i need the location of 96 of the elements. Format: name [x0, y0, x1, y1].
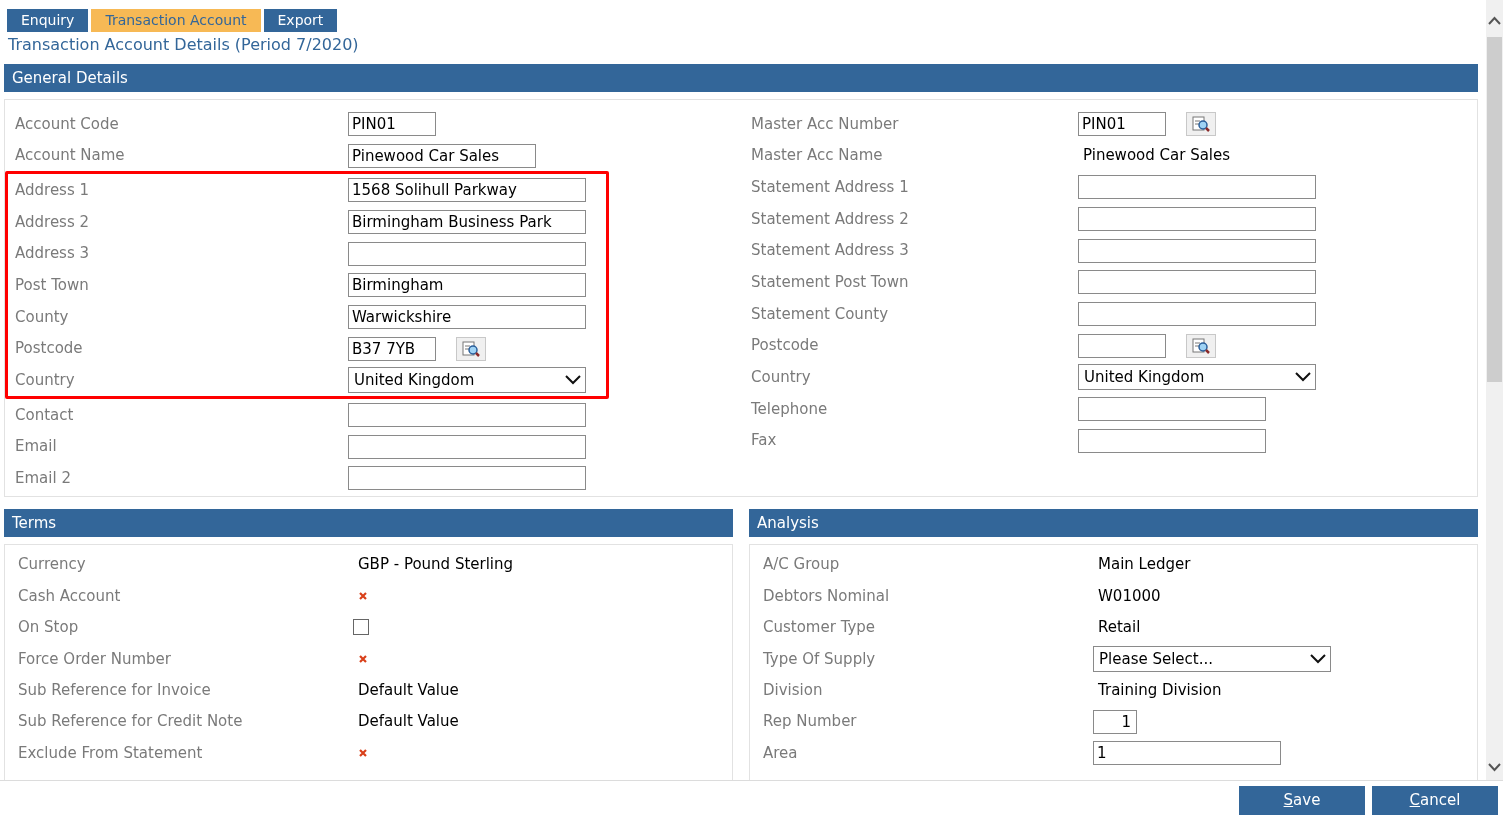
field-label: County [15, 306, 70, 328]
field-label: Statement Address 2 [751, 208, 910, 230]
field-label: Address 2 [15, 211, 91, 233]
field-label: Address 3 [15, 243, 91, 265]
field-label: Area [763, 742, 799, 764]
cross-icon [358, 748, 368, 759]
text-field[interactable] [348, 403, 586, 428]
search-icon [1191, 336, 1211, 355]
dropdown[interactable]: United Kingdom [348, 367, 586, 394]
dropdown[interactable]: United Kingdom [1078, 364, 1316, 391]
field-label: Currency [18, 554, 87, 576]
text-field[interactable]: Birmingham [348, 273, 586, 298]
field-value: W01000 [1097, 585, 1161, 607]
field-label: Statement Post Town [751, 272, 910, 294]
text-field[interactable]: PIN01 [348, 111, 436, 136]
chevron-down-icon [1488, 763, 1501, 772]
search-icon [461, 339, 481, 358]
field-label: Master Acc Name [751, 145, 884, 167]
field-label: Fax [751, 430, 778, 452]
action-button[interactable]: Save [1239, 785, 1365, 815]
field-label: Rep Number [763, 711, 858, 733]
text-field[interactable]: 1568 Solihull Parkway [348, 178, 586, 203]
number-field[interactable]: 1 [1093, 709, 1137, 734]
field-label: Division [763, 680, 824, 701]
text-field[interactable]: Birmingham Business Park [348, 209, 586, 234]
text-field[interactable]: 1 [1093, 741, 1281, 766]
text-field[interactable] [348, 241, 586, 266]
field-value: Default Value [357, 711, 459, 733]
dropdown[interactable]: Please Select... [1093, 645, 1331, 672]
field-label: Master Acc Number [751, 113, 900, 135]
cross-icon [358, 591, 368, 602]
text-field[interactable] [1078, 397, 1266, 422]
section-header: Analysis [749, 509, 1478, 537]
text-field[interactable] [348, 466, 586, 491]
action-button[interactable]: Cancel [1372, 785, 1498, 815]
field-label: Contact [15, 404, 75, 426]
field-value: GBP - Pound Sterling [357, 554, 514, 576]
search-icon [1191, 114, 1211, 133]
field-label: Exclude From Statement [18, 742, 204, 764]
field-label: Type Of Supply [763, 648, 877, 670]
field-label: Postcode [751, 335, 820, 357]
field-label: Account Code [15, 113, 120, 135]
field-label: Address 1 [15, 179, 91, 201]
field-label: Statement County [751, 303, 890, 325]
field-label: Email [15, 436, 58, 458]
scrollbar-thumb[interactable] [1487, 37, 1502, 382]
field-value: Pinewood Car Sales [1082, 145, 1231, 167]
field-label: Sub Reference for Credit Note [18, 711, 244, 733]
lookup-button[interactable] [1186, 333, 1216, 358]
field-label: Country [15, 370, 76, 392]
field-label: Customer Type [763, 617, 877, 639]
field-value: Default Value [357, 680, 459, 701]
tab[interactable]: Transaction Account [91, 9, 261, 32]
chevron-up-icon [1488, 16, 1501, 25]
chevron-down-icon [1310, 653, 1326, 664]
text-field[interactable] [1078, 238, 1316, 263]
tab[interactable]: Export [263, 9, 338, 32]
code-field[interactable]: PIN01 [1078, 111, 1166, 136]
field-label: Cash Account [18, 585, 122, 607]
field-label: Post Town [15, 275, 90, 297]
code-field[interactable] [1078, 333, 1166, 358]
field-label: Country [751, 367, 812, 389]
text-field[interactable] [1078, 175, 1316, 200]
field-label: Telephone [751, 398, 829, 420]
text-field[interactable]: Warwickshire [348, 304, 586, 329]
field-label: Debtors Nominal [763, 585, 891, 607]
chevron-down-icon [565, 375, 581, 386]
checkbox[interactable] [353, 619, 369, 636]
scrollbar[interactable] [1486, 0, 1503, 780]
cross-icon [358, 653, 368, 664]
chevron-down-icon [1295, 372, 1311, 383]
text-field[interactable] [1078, 428, 1266, 453]
text-field[interactable] [1078, 301, 1316, 326]
page-title: Transaction Account Details (Period 7/2020) [7, 34, 360, 56]
field-label: Postcode [15, 338, 84, 360]
field-value: Main Ledger [1097, 554, 1191, 576]
field-label: On Stop [18, 617, 80, 639]
field-label: Statement Address 1 [751, 176, 910, 198]
text-field[interactable]: Pinewood Car Sales [348, 143, 536, 168]
text-field[interactable] [1078, 270, 1316, 295]
field-value: Training Division [1097, 680, 1222, 701]
field-label: Sub Reference for Invoice [18, 680, 212, 701]
field-label: Account Name [15, 145, 126, 167]
text-field[interactable] [348, 434, 586, 459]
field-label: Statement Address 3 [751, 240, 910, 262]
code-field[interactable]: B37 7YB [348, 336, 436, 361]
section-header: Terms [4, 509, 733, 537]
field-label: A/C Group [763, 554, 841, 576]
field-label: Force Order Number [18, 648, 172, 670]
lookup-button[interactable] [456, 336, 486, 361]
field-value: Retail [1097, 617, 1141, 639]
field-label: Email 2 [15, 468, 72, 490]
lookup-button[interactable] [1186, 111, 1216, 136]
section-header: General Details [4, 64, 1478, 92]
tab[interactable]: Enquiry [7, 9, 89, 32]
text-field[interactable] [1078, 206, 1316, 231]
